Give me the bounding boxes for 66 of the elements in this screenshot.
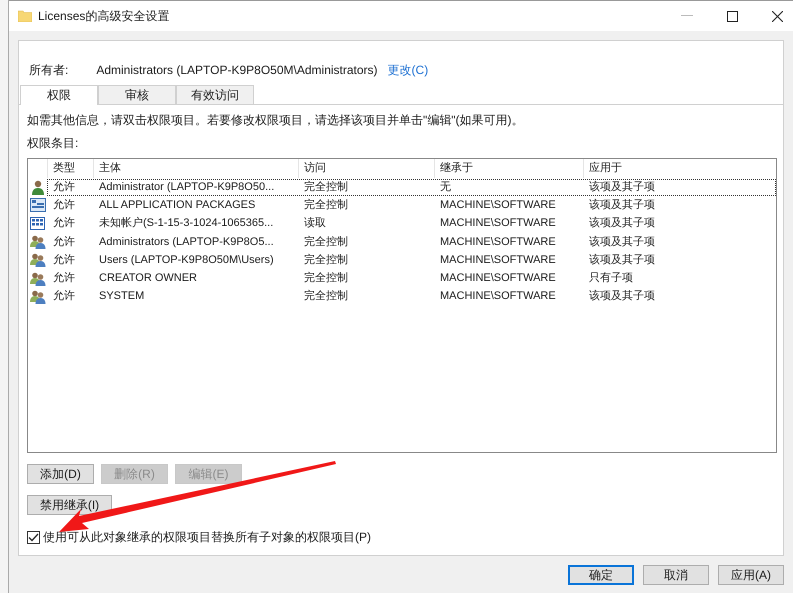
group-icon	[30, 235, 46, 250]
tab[interactable]: 权限	[20, 85, 98, 105]
column-header[interactable]: 访问	[298, 159, 434, 178]
table-cell-text: 该项及其子项	[588, 216, 656, 232]
dialog-button[interactable]: 应用(A)	[718, 565, 784, 585]
column-header[interactable]: 主体	[93, 159, 298, 178]
table-cell-text: MACHINE\SOFTWARE	[439, 216, 557, 232]
disable-inheritance-button[interactable]: 禁用继承(I)	[27, 495, 112, 515]
table-cell-text: 允许	[52, 271, 76, 286]
checkbox-label: 使用可从此对象继承的权限项目替换所有子对象的权限项目(P)	[43, 529, 371, 546]
table-cell-text: MACHINE\SOFTWARE	[439, 198, 557, 213]
checkbox[interactable]	[27, 531, 40, 544]
change-link[interactable]: 更改(C)	[388, 62, 428, 78]
table-cell-text: Users (LAPTOP-K9P8O50M\Users)	[98, 252, 275, 268]
table-cell-text: 完全控制	[303, 234, 349, 250]
table-cell-text: 允许	[52, 252, 76, 268]
package-icon	[30, 198, 46, 212]
table-cell-text: 只有子项	[588, 271, 634, 286]
grid-icon	[30, 217, 45, 230]
table-cell-text: CREATOR OWNER	[98, 271, 198, 286]
table-cell-text: 该项及其子项	[588, 234, 656, 250]
column-header[interactable]: 应用于	[583, 159, 776, 178]
tab[interactable]: 有效访问	[176, 85, 254, 104]
list-label: 权限条目:	[27, 135, 80, 151]
table-cell-text: MACHINE\SOFTWARE	[439, 252, 557, 268]
instruction-text: 如需其他信息，请双击权限项目。若要修改权限项目，请选择该项目并单击"编辑"(如果可用)。	[27, 112, 525, 128]
table-cell-text: 该项及其子项	[588, 252, 656, 268]
table-cell-text: 该项及其子项	[588, 289, 656, 304]
group-icon	[30, 290, 46, 304]
table-cell-text: 完全控制	[303, 198, 349, 213]
group-icon	[30, 272, 46, 286]
table-cell-text: MACHINE\SOFTWARE	[439, 289, 557, 304]
column-header[interactable]: 类型	[47, 159, 93, 178]
table-cell-text: MACHINE\SOFTWARE	[439, 271, 557, 286]
folder-icon	[18, 10, 32, 22]
table-cell-text: 允许	[52, 198, 76, 213]
table-cell-text: 无	[439, 180, 452, 195]
maximize-icon[interactable]	[727, 10, 738, 22]
table-cell-text: Administrator (LAPTOP-K9P8O50...	[98, 180, 276, 195]
table-cell-text: 完全控制	[303, 271, 349, 286]
table-cell-text: Administrators (LAPTOP-K9P8O5...	[98, 234, 275, 250]
dialog-button[interactable]: 确定	[568, 565, 634, 585]
table-cell-text: 该项及其子项	[588, 180, 656, 195]
table-cell-text: 允许	[52, 289, 76, 304]
table-cell-text: 完全控制	[303, 180, 349, 195]
window-title: Licenses的高级安全设置	[38, 8, 170, 24]
column-header[interactable]: 继承于	[434, 159, 583, 178]
table-cell-text: 读取	[303, 216, 327, 232]
owner-value: Administrators (LAPTOP-K9P8O50M\Administrators)	[96, 63, 378, 77]
group-icon	[30, 253, 46, 268]
table-cell-text: 未知帐户(S-1-15-3-1024-1065365...	[98, 216, 274, 232]
table-cell-text: 允许	[52, 234, 76, 250]
table-cell-text: 完全控制	[303, 252, 349, 268]
dialog-button[interactable]: 取消	[643, 565, 709, 585]
user-icon	[30, 180, 44, 195]
table-cell-text: 完全控制	[303, 289, 349, 304]
close-icon[interactable]	[772, 10, 783, 22]
table-cell-text: ALL APPLICATION PACKAGES	[98, 198, 256, 213]
table-cell-text: MACHINE\SOFTWARE	[439, 234, 557, 250]
table-cell-text: 允许	[52, 180, 76, 195]
table-cell-text: 该项及其子项	[588, 198, 656, 213]
tab[interactable]: 审核	[98, 85, 176, 104]
table-cell-text: 允许	[52, 216, 76, 232]
entry-button[interactable]: 添加(D)	[27, 464, 94, 484]
owner-label: 所有者:	[29, 62, 68, 78]
table-cell-text: SYSTEM	[98, 289, 146, 304]
